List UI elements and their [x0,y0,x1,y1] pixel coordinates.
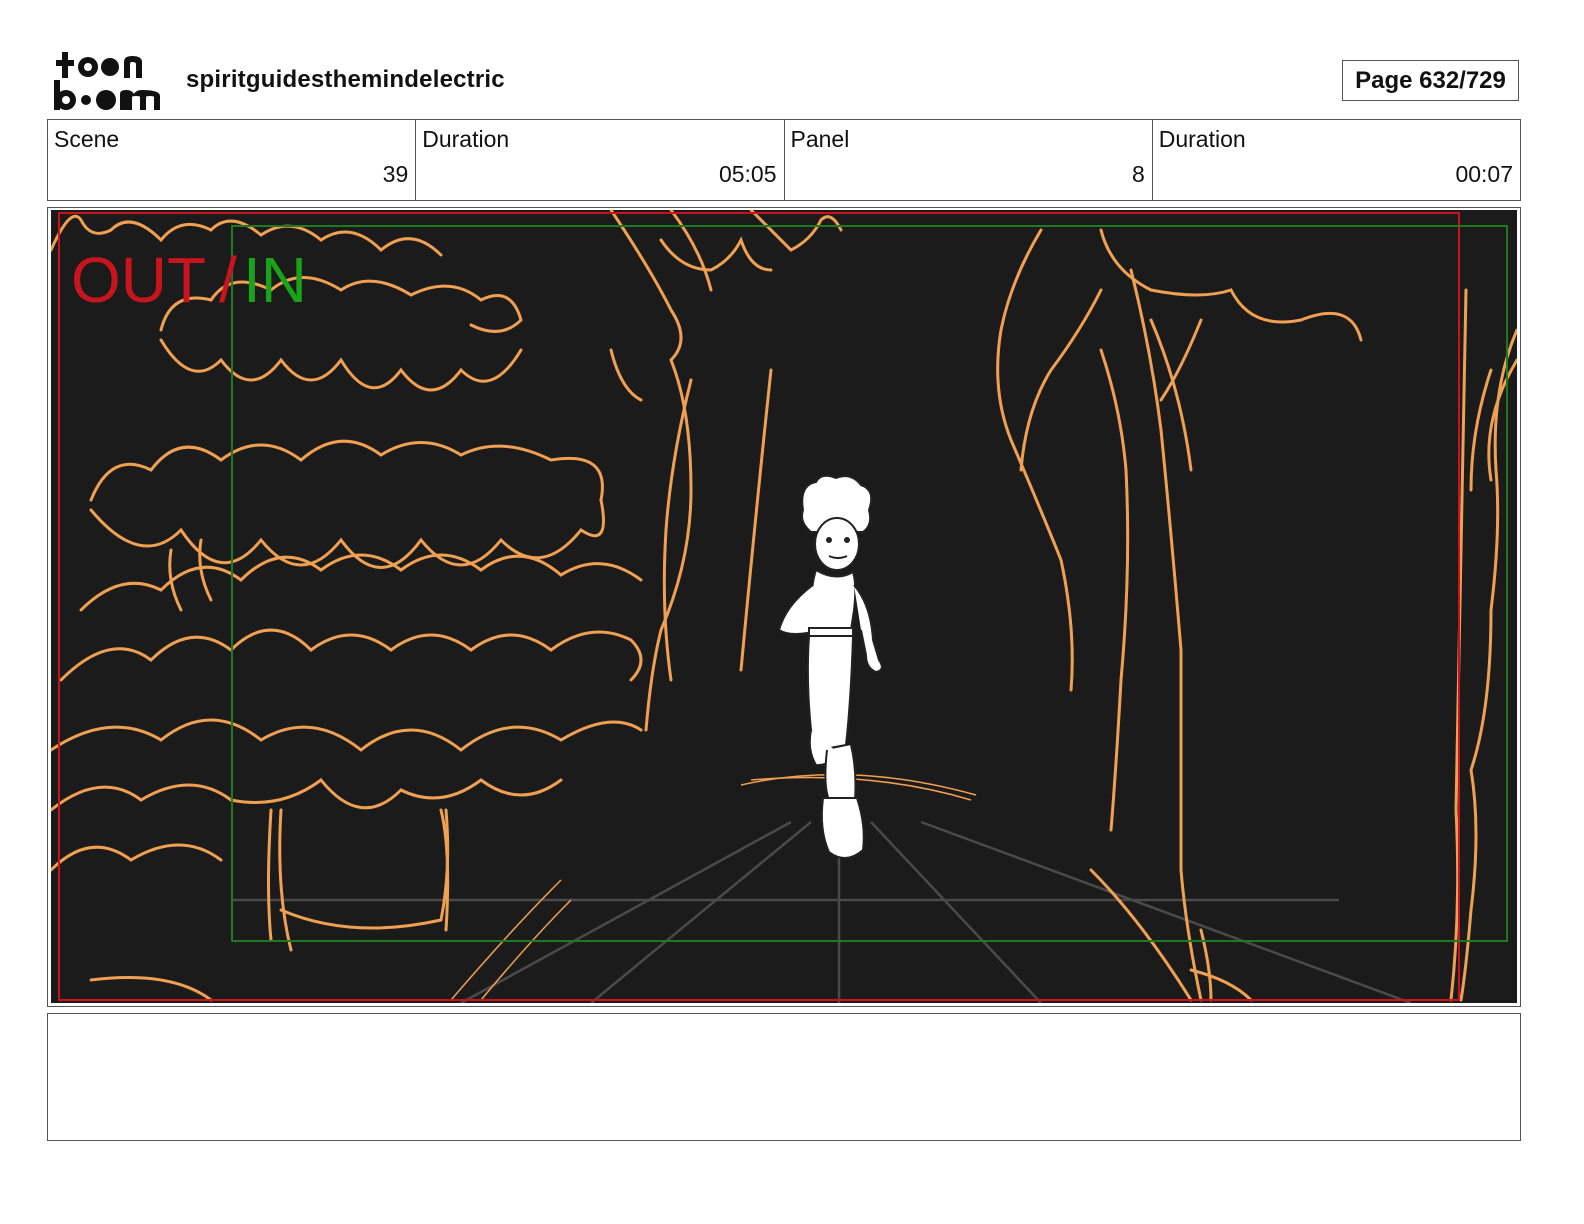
panel-info-table: Scene 39 Duration 05:05 Panel 8 Duration… [47,119,1521,201]
panel-duration-label: Duration [1158,126,1246,152]
panel-sketch: OUT / IN [51,210,1517,1003]
scene-label: Scene [54,126,120,152]
safe-frame-guide [231,225,1508,942]
bush-sketch [51,214,643,1002]
right-tree-sketch [996,228,1517,1002]
panel-value: 8 [1131,161,1145,187]
panel-duration-value: 00:07 [1455,161,1513,187]
in-label: IN [243,244,307,316]
perspective-grid [231,820,1412,1003]
panel-duration-cell: Duration 00:07 [1153,120,1520,200]
scene-duration-value: 05:05 [718,161,777,187]
panel-cell: Panel 8 [785,120,1153,200]
toon-boom-logo [52,50,164,112]
panel-label: Panel [790,126,850,152]
dialogue-notes-box [47,1013,1521,1141]
page-indicator: Page 632/729 [1342,60,1519,101]
project-title: spiritguidesthemindelectric [186,66,505,93]
out-label: OUT [71,244,206,316]
scene-value: 39 [382,161,409,187]
out-in-separator: / [219,244,237,316]
running-character [777,474,883,859]
storyboard-panel-image: OUT / IN [51,210,1517,1003]
scene-cell: Scene 39 [48,120,417,200]
scene-duration-cell: Duration 05:05 [416,120,785,200]
middle-tree-sketch [609,210,843,732]
scene-duration-label: Duration [422,126,510,152]
